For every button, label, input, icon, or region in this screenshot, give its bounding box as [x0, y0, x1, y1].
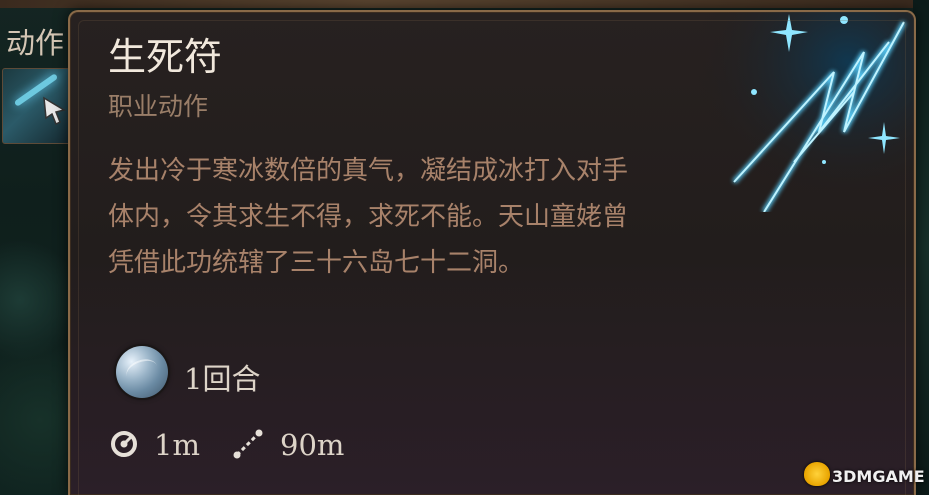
action-cost-label: 1回合 — [184, 362, 261, 396]
action-orb-icon — [116, 346, 168, 398]
watermark-text: 3DMGAME — [832, 467, 925, 486]
radius-value: 1m — [154, 428, 200, 462]
spell-art-icon — [694, 12, 914, 212]
watermark-logo-icon — [804, 462, 830, 486]
radius-icon — [111, 431, 137, 457]
actions-panel-label: 动作 — [6, 26, 65, 60]
spell-stats: 1m 90m — [108, 426, 408, 466]
spell-tooltip: 生死符 职业动作 发出冷于寒冰数倍的真气，凝结成冰打入对手体内，令其求生不得，求… — [68, 10, 916, 495]
hotbar-frame — [0, 0, 929, 8]
spell-title: 生死符 — [108, 35, 223, 79]
range-value: 90m — [280, 428, 345, 462]
spell-description: 发出冷于寒冰数倍的真气，凝结成冰打入对手体内，令其求生不得，求死不能。天山童姥曾… — [108, 156, 629, 278]
spell-category: 职业动作 — [108, 92, 209, 121]
cursor-icon — [42, 96, 68, 132]
range-icon — [233, 429, 263, 459]
